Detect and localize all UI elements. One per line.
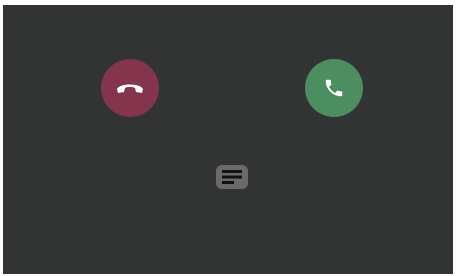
phone-hangup-icon: [115, 80, 145, 96]
incoming-call-screen: [3, 5, 453, 274]
accept-call-button[interactable]: [305, 59, 363, 117]
reply-message-button[interactable]: [216, 165, 248, 189]
decline-call-button[interactable]: [101, 59, 159, 117]
phone-icon: [323, 77, 345, 99]
message-icon: [222, 170, 242, 184]
